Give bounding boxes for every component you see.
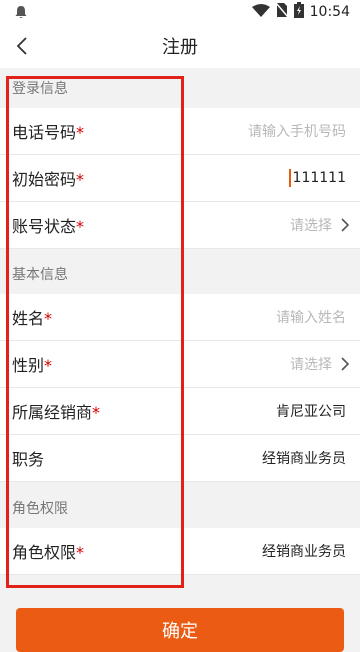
- dealer-label: 所属经销商*: [12, 403, 101, 422]
- position-label: 职务: [12, 450, 45, 469]
- phone-field-row[interactable]: 电话号码* 请输入手机号码: [0, 108, 360, 155]
- gender-label: 性别*: [12, 356, 53, 375]
- section-basic-info: 基本信息: [0, 254, 360, 294]
- role-label: 角色权限*: [12, 543, 85, 562]
- chevron-right-icon: [341, 357, 350, 371]
- role-row[interactable]: 角色权限* 经销商业务员: [0, 528, 360, 575]
- account-status-select[interactable]: 请选择: [290, 215, 332, 235]
- battery-icon: [293, 2, 304, 22]
- no-sim-icon: [275, 2, 289, 22]
- text-caret: [288, 169, 291, 187]
- chevron-right-icon: [341, 218, 350, 232]
- page-title: 注册: [162, 37, 198, 58]
- status-bar: 10:54: [0, 0, 360, 24]
- section-login-info: 登录信息: [0, 68, 360, 108]
- account-status-row[interactable]: 账号状态* 请选择: [0, 202, 360, 249]
- notification-icon: [14, 4, 28, 23]
- gender-select[interactable]: 请选择: [290, 354, 332, 374]
- account-status-label: 账号状态*: [12, 217, 85, 236]
- password-field-row[interactable]: 初始密码* 111111: [0, 155, 360, 202]
- password-label: 初始密码*: [12, 170, 85, 189]
- phone-input[interactable]: 请输入手机号码: [248, 121, 346, 141]
- name-input[interactable]: 请输入姓名: [276, 307, 346, 327]
- phone-label: 电话号码*: [12, 123, 85, 142]
- name-field-row[interactable]: 姓名* 请输入姓名: [0, 294, 360, 341]
- gender-row[interactable]: 性别* 请选择: [0, 341, 360, 388]
- password-input[interactable]: 111111: [288, 169, 346, 187]
- dealer-row[interactable]: 所属经销商* 肯尼亚公司: [0, 388, 360, 435]
- status-time: 10:54: [309, 4, 350, 20]
- confirm-button[interactable]: 确定: [16, 608, 344, 652]
- dealer-value[interactable]: 肯尼亚公司: [276, 401, 346, 421]
- role-value[interactable]: 经销商业务员: [262, 541, 346, 561]
- back-icon[interactable]: [8, 32, 36, 60]
- name-label: 姓名*: [12, 309, 53, 328]
- wifi-icon: [251, 3, 270, 22]
- nav-bar: 注册: [0, 24, 360, 68]
- section-role: 角色权限: [0, 488, 360, 528]
- position-value[interactable]: 经销商业务员: [262, 448, 346, 468]
- position-row[interactable]: 职务 经销商业务员: [0, 435, 360, 482]
